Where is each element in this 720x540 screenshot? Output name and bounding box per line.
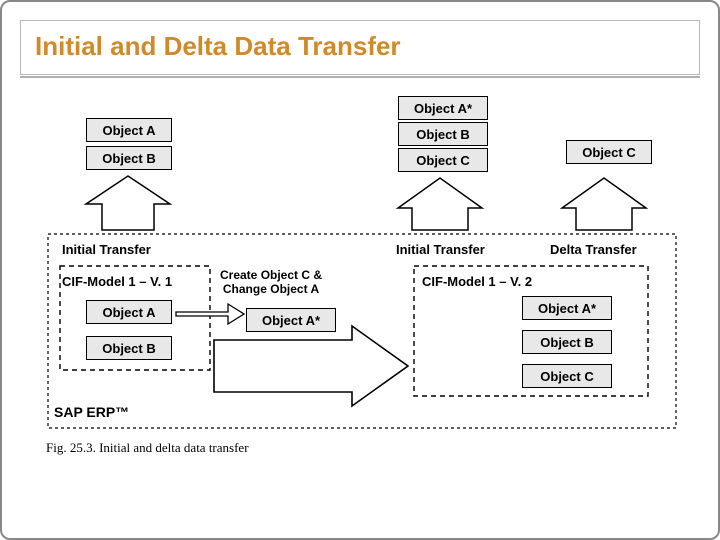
model-right-obj-b: Object B [522,330,612,354]
label-create-change: Create Object C &Change Object A [220,268,322,297]
model-right-obj-c: Object C [522,364,612,388]
label-delta-transfer: Delta Transfer [550,242,637,257]
create-change-line1: Create Object C &Change Object A [220,268,322,296]
model-left-obj-b: Object B [86,336,172,360]
repeat-model-text: Repeat ModelGeneration [246,350,324,378]
model-left-obj-a: Object A [86,300,172,324]
label-initial-transfer-left: Initial Transfer [62,242,151,257]
figure-caption: Fig. 25.3. Initial and delta data transf… [46,440,249,456]
label-sap-erp: SAP ERP™ [54,404,129,420]
top-mid-obj-a-star: Object A* [398,96,488,120]
title-underline [20,76,700,78]
label-repeat-model: Repeat ModelGeneration [246,350,324,379]
top-mid-obj-c: Object C [398,148,488,172]
label-initial-transfer-right: Initial Transfer [396,242,485,257]
label-model-right: CIF-Model 1 – V. 2 [422,274,532,289]
top-mid-obj-b: Object B [398,122,488,146]
arrow-initial-right [398,178,482,230]
label-model-left: CIF-Model 1 – V. 1 [62,274,172,289]
slide-frame: Initial and Delta Data Transfer Object A… [0,0,720,540]
arrow-change-a [176,304,244,324]
diagram: Object A Object B Object A* Object B Obj… [42,90,682,490]
slide-title: Initial and Delta Data Transfer [20,20,700,75]
top-left-obj-a: Object A [86,118,172,142]
arrow-initial-left [86,176,170,230]
top-left-obj-b: Object B [86,146,172,170]
middle-obj-a-star: Object A* [246,308,336,332]
arrow-delta [562,178,646,230]
top-right-obj-c: Object C [566,140,652,164]
model-right-obj-a-star: Object A* [522,296,612,320]
